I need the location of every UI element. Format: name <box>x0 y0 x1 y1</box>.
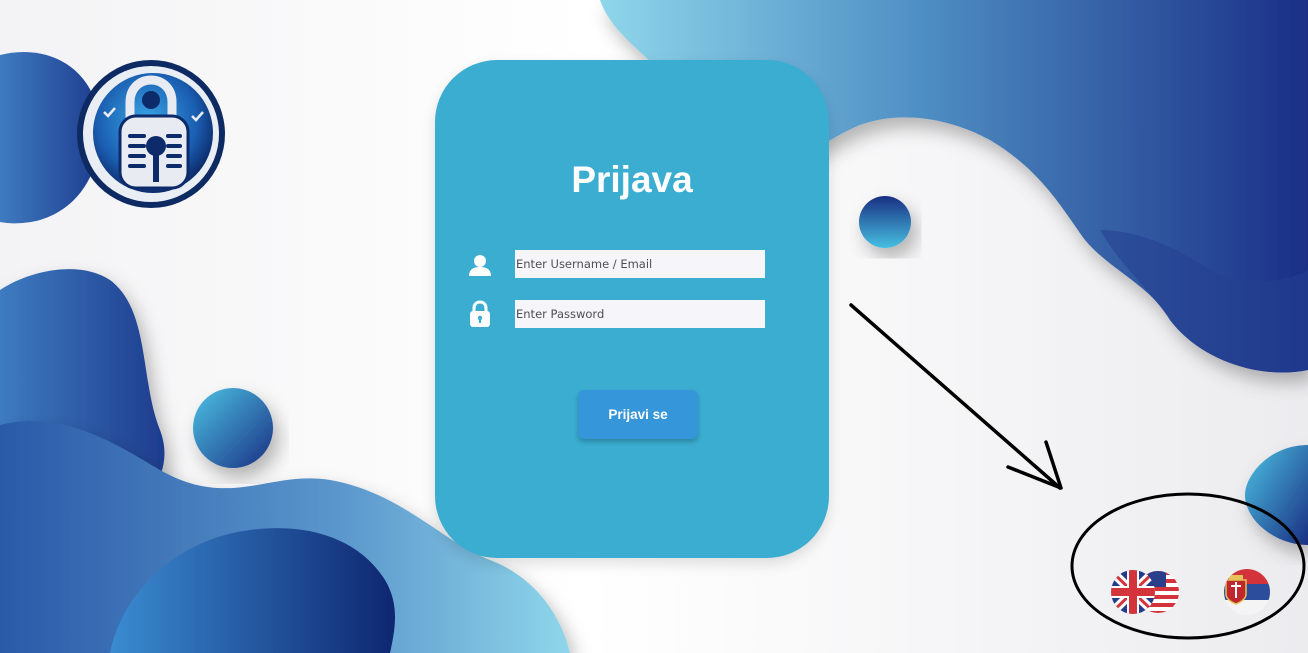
username-input[interactable] <box>515 250 765 278</box>
user-icon <box>469 255 491 276</box>
uk-us-flag-icon[interactable] <box>1110 568 1182 616</box>
login-card: Prijava Prijavi se <box>435 60 829 558</box>
login-submit-button[interactable]: Prijavi se <box>578 390 698 439</box>
padlock-logo-icon <box>77 60 225 208</box>
login-title: Prijava <box>571 159 693 200</box>
password-input[interactable] <box>515 300 765 328</box>
serbia-flag-icon[interactable] <box>1222 568 1272 616</box>
lock-icon <box>470 300 490 327</box>
